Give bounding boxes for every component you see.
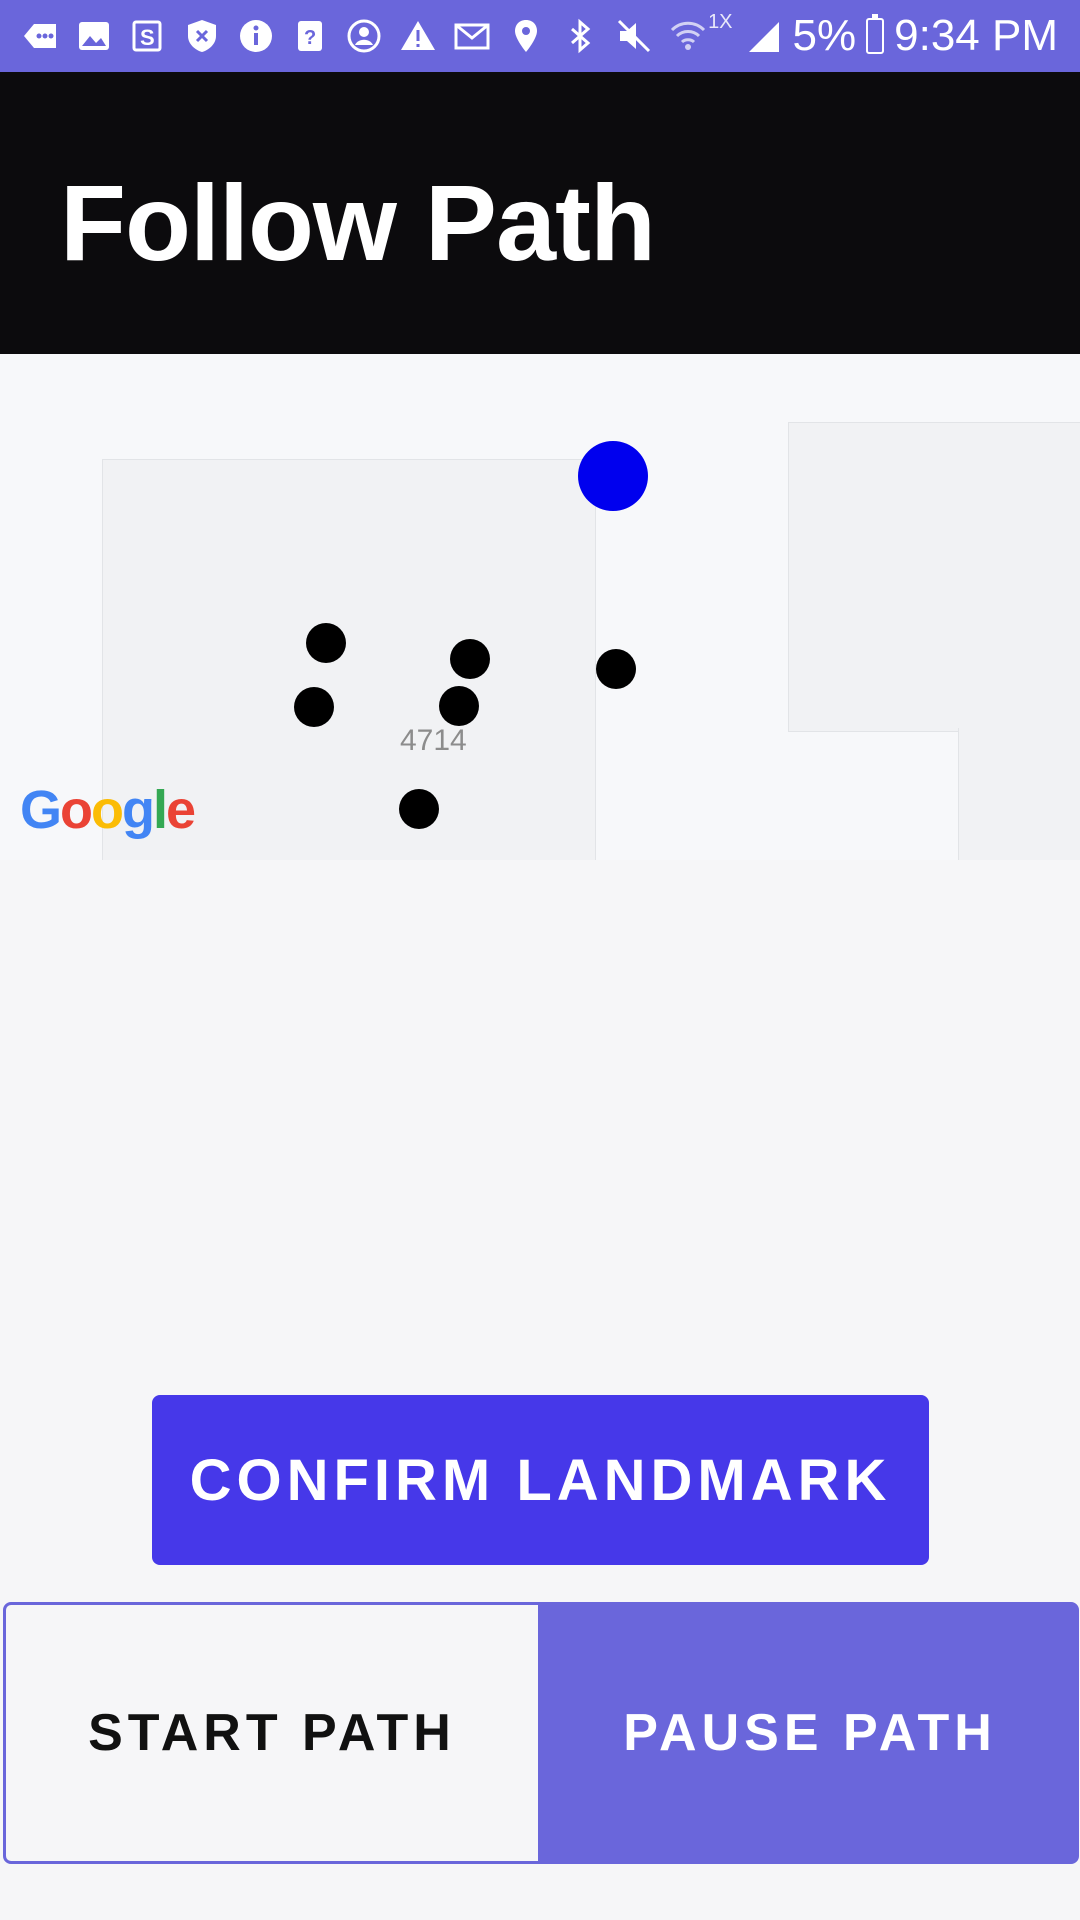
building-footprint (958, 728, 1080, 860)
battery-percent: 5% (792, 11, 857, 60)
svg-text:?: ? (304, 27, 316, 49)
location-icon (506, 16, 546, 56)
path-marker[interactable] (450, 639, 490, 679)
pause-path-button[interactable]: PAUSE PATH (541, 1602, 1079, 1864)
path-controls: START PATH PAUSE PATH (3, 1602, 1079, 1864)
battery-charging-icon (866, 14, 885, 54)
path-marker[interactable] (439, 686, 479, 726)
mute-icon (614, 16, 654, 56)
path-marker[interactable] (294, 687, 334, 727)
network-type-label: 1X (708, 10, 733, 33)
status-bar: S ? 1X 5% 9:34 PM (0, 0, 1080, 72)
messages-icon (20, 16, 60, 56)
page-title: Follow Path (60, 162, 656, 283)
s-app-icon: S (128, 16, 168, 56)
building-number-label: 4714 (400, 724, 467, 757)
notification-icons: S ? (20, 10, 708, 62)
path-marker[interactable] (596, 649, 636, 689)
clock: 9:34 PM (894, 11, 1058, 60)
bluetooth-icon (560, 16, 600, 56)
map-view[interactable]: 4714 Google (0, 354, 1080, 860)
app-bar: Follow Path (0, 72, 1080, 354)
status-right: 1X 5% 9:34 PM (708, 10, 1058, 62)
start-path-button[interactable]: START PATH (3, 1602, 541, 1864)
shield-icon (182, 16, 222, 56)
mail-icon (452, 16, 492, 56)
current-location-marker[interactable] (578, 441, 648, 511)
svg-text:S: S (140, 25, 155, 50)
path-marker[interactable] (306, 623, 346, 663)
signal-icon (743, 16, 783, 56)
building-footprint (788, 422, 1080, 732)
google-logo: Google (20, 780, 196, 840)
gallery-icon (74, 16, 114, 56)
wifi-icon (668, 16, 708, 56)
help-icon: ? (290, 16, 330, 56)
confirm-landmark-button[interactable]: CONFIRM LANDMARK (152, 1395, 929, 1565)
info-icon (236, 16, 276, 56)
account-icon (344, 16, 384, 56)
warning-icon (398, 16, 438, 56)
path-marker[interactable] (399, 789, 439, 829)
